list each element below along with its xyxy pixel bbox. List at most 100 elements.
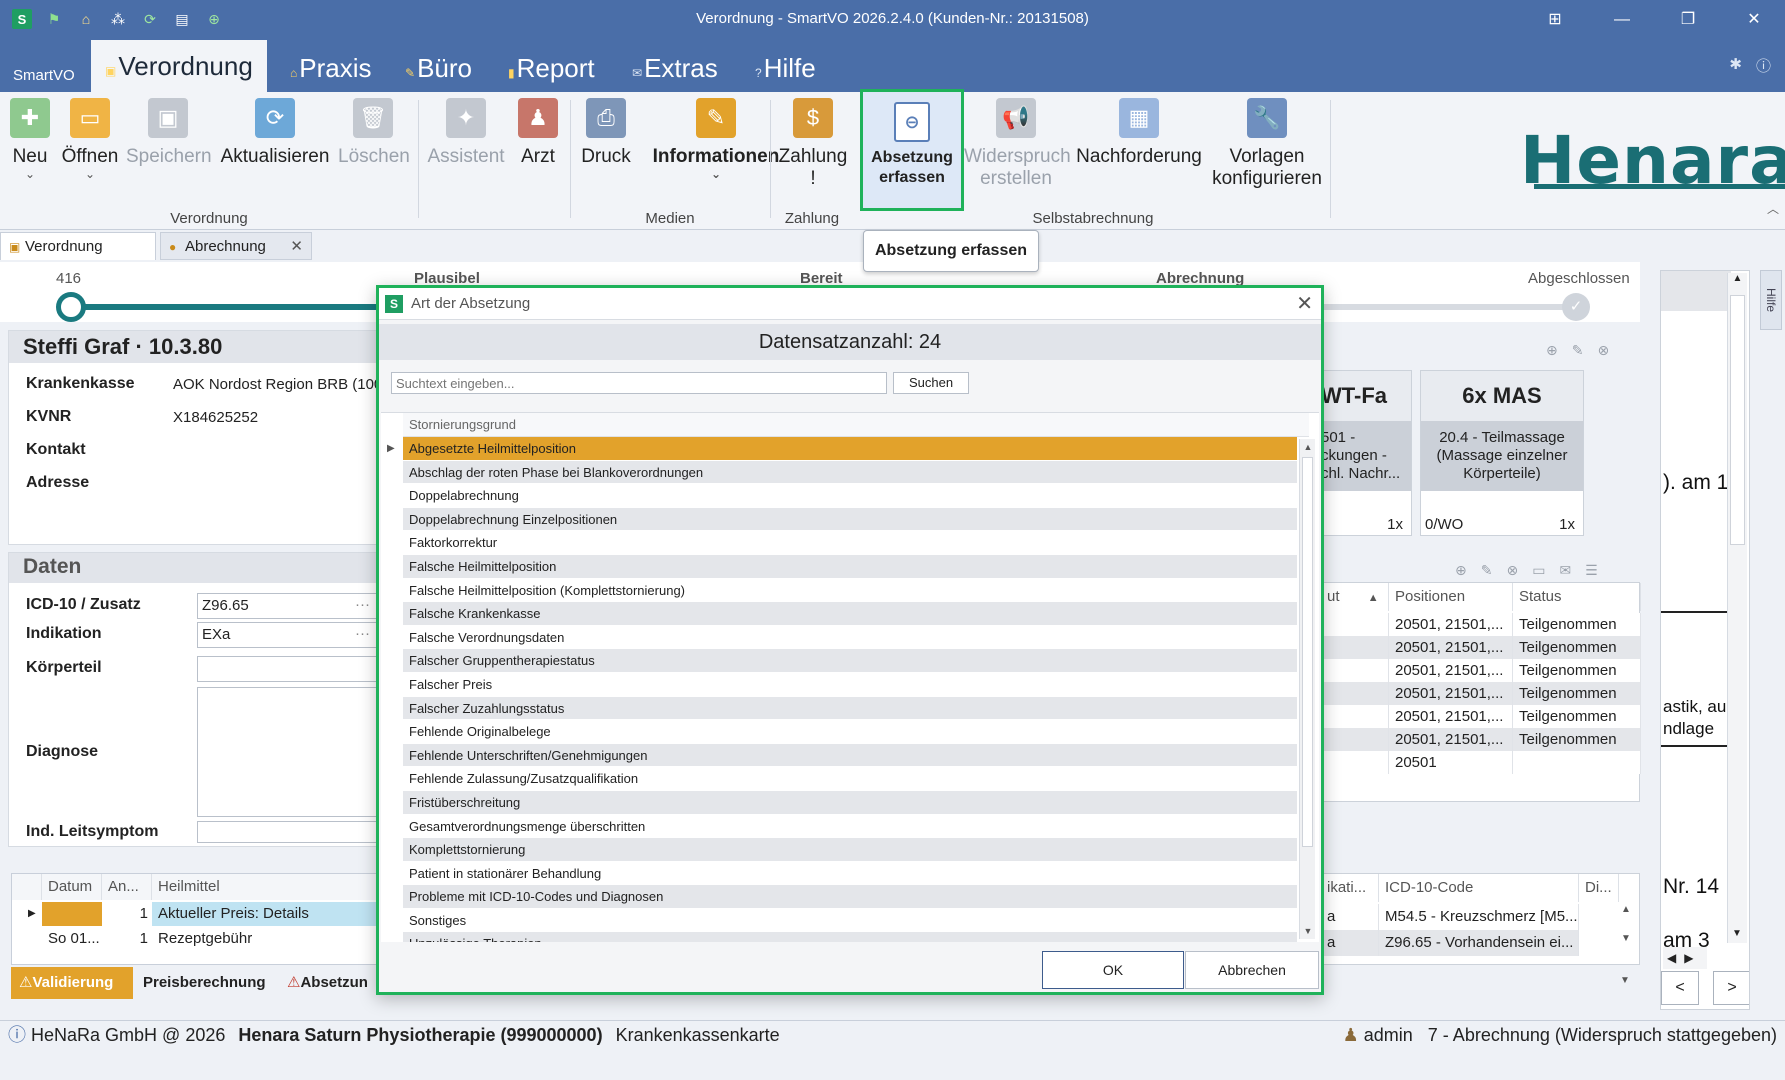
menu-praxis[interactable]: ⌂Praxis: [290, 52, 372, 92]
grid-scrollbar[interactable]: ▲ ▼: [1299, 439, 1315, 939]
oeffnen-button[interactable]: ▭ Öffnen ⌄: [58, 98, 122, 180]
scroll-left-icon[interactable]: ◀: [1667, 947, 1676, 969]
close-button[interactable]: ✕: [1734, 6, 1774, 34]
table-cell[interactable]: M54.5 - Kreuzschmerz [M5...: [1379, 904, 1579, 930]
table-cell[interactable]: [1321, 636, 1389, 659]
edit-icon[interactable]: ✎: [1481, 562, 1493, 579]
menu-hilfe[interactable]: ?Hilfe: [755, 52, 816, 92]
table-cell[interactable]: 20501, 21501,...: [1389, 728, 1513, 751]
dialog-close-button[interactable]: ✕: [1296, 291, 1313, 316]
reason-row[interactable]: Falscher Preis: [403, 673, 1297, 697]
table-cell[interactable]: Teilgenommen: [1513, 705, 1641, 728]
list-icon[interactable]: ☰: [1585, 562, 1598, 579]
reason-row[interactable]: Falsche Heilmittelposition: [403, 554, 1297, 579]
reason-row[interactable]: Fehlende Originalbelege: [403, 720, 1297, 744]
table-cell[interactable]: a: [1321, 904, 1379, 930]
close-tab-icon[interactable]: ✕: [290, 233, 303, 261]
column-header-status-date[interactable]: ut ▲: [1321, 583, 1389, 611]
scroll-right-icon[interactable]: ▶: [1684, 947, 1693, 969]
restore-button[interactable]: ❐: [1668, 6, 1708, 34]
settings-icon[interactable]: ✱: [1729, 55, 1742, 76]
reason-row[interactable]: Sonstiges: [403, 909, 1297, 933]
scroll-up-icon[interactable]: ▲: [1300, 439, 1316, 455]
icd-field[interactable]: Z96.65 ···: [197, 593, 381, 619]
reason-row[interactable]: Patient in stationärer Behandlung: [403, 862, 1297, 886]
tab-validierung[interactable]: ⚠Validierung: [11, 967, 133, 999]
minimize-button[interactable]: —: [1602, 6, 1642, 34]
table-cell[interactable]: So 01...: [42, 927, 102, 951]
indikation-field[interactable]: EXa ···: [197, 622, 381, 648]
table-cell[interactable]: a: [1321, 930, 1379, 956]
koerperteil-field[interactable]: [197, 656, 381, 682]
menu-report[interactable]: ▮Report: [508, 52, 595, 92]
search-input[interactable]: [391, 372, 887, 394]
menu-buero[interactable]: ✎Büro: [405, 52, 472, 92]
reason-row[interactable]: Fehlende Unterschriften/Genehmigungen: [403, 743, 1297, 768]
menu-verordnung[interactable]: ▣Verordnung: [91, 40, 267, 92]
tab-absetzung[interactable]: ⚠Absetzun: [279, 967, 381, 999]
neu-button[interactable]: ✚ Neu ⌄: [8, 98, 52, 180]
info-icon[interactable]: ⓘ: [1756, 55, 1771, 76]
zahlung-button[interactable]: $ Zahlung!: [778, 98, 848, 190]
column-header-anzahl[interactable]: An...: [102, 874, 152, 900]
table-cell[interactable]: 20501, 21501,...: [1389, 659, 1513, 682]
table-cell[interactable]: Aktueller Preis: Details: [152, 902, 382, 926]
edit-icon[interactable]: ✎: [1572, 342, 1584, 359]
table-cell[interactable]: Teilgenommen: [1513, 682, 1641, 705]
delete-icon[interactable]: ⊗: [1597, 342, 1609, 359]
table-cell[interactable]: Rezeptgebühr: [152, 927, 382, 951]
leitsymptom-field[interactable]: [197, 821, 381, 843]
table-cell[interactable]: Teilgenommen: [1513, 659, 1641, 682]
table-cell[interactable]: 1: [102, 927, 152, 951]
search-button[interactable]: Suchen: [893, 372, 969, 394]
column-header-datum[interactable]: Datum: [42, 874, 102, 900]
reason-row[interactable]: Falsche Krankenkasse: [403, 602, 1297, 626]
heilmittel-card[interactable]: WT-Fa 501 - ckungen - chl. Nachr... 1x: [1320, 370, 1412, 536]
mail-icon[interactable]: ✉: [1559, 562, 1571, 579]
table-cell[interactable]: [1321, 659, 1389, 682]
reason-row[interactable]: Fristüberschreitung: [403, 790, 1297, 815]
vorlagen-button[interactable]: 🔧 Vorlagen konfigurieren: [1208, 98, 1326, 190]
informationen-button[interactable]: ✎ Informationen ⌄: [642, 98, 790, 180]
column-header-positionen[interactable]: Positionen: [1389, 583, 1513, 611]
tab-preisberechnung[interactable]: Preisberechnung: [135, 967, 277, 999]
reason-row[interactable]: Falsche Heilmittelposition (Komplettstor…: [403, 579, 1297, 603]
scroll-up-icon[interactable]: ▲: [1621, 904, 1637, 915]
widerspruch-button[interactable]: 📢 Widerspruch erstellen: [964, 98, 1071, 190]
reason-row[interactable]: Falsche Verordnungsdaten: [403, 626, 1297, 650]
reason-row[interactable]: Falscher Gruppentherapiestatus: [403, 649, 1297, 673]
window-icon[interactable]: ▭: [1532, 562, 1545, 579]
preview-scrollbar[interactable]: ▲ ▼: [1727, 273, 1747, 943]
table-cell[interactable]: [1321, 751, 1389, 774]
reason-row[interactable]: Abschlag der roten Phase bei Blankoveror…: [403, 460, 1297, 485]
reason-row[interactable]: Falscher Zuzahlungsstatus: [403, 696, 1297, 721]
scroll-down-icon[interactable]: ▼: [1621, 933, 1637, 944]
reason-row[interactable]: Probleme mit ICD-10-Codes und Diagnosen: [403, 885, 1297, 909]
druck-button[interactable]: ⎙ Druck: [580, 98, 632, 168]
speichern-button[interactable]: ▣ Speichern: [126, 98, 212, 168]
add-icon[interactable]: ⊕: [1455, 562, 1467, 579]
absetzung-erfassen-button[interactable]: ⊖ Absetzung erfassen: [860, 89, 964, 211]
preview-hscroll[interactable]: ◀ ▶: [1663, 947, 1707, 969]
reason-row[interactable]: Unzulässige Therapien: [403, 932, 1297, 942]
column-header-status[interactable]: Status: [1513, 583, 1641, 611]
tab-abrechnung[interactable]: ● Abrechnung ✕: [160, 232, 312, 260]
scroll-up-icon[interactable]: ▲: [1728, 273, 1747, 284]
reason-row[interactable]: Faktorkorrektur: [403, 531, 1297, 555]
more-icon[interactable]: ···: [355, 596, 370, 613]
reason-row[interactable]: Doppelabrechnung: [403, 484, 1297, 508]
reason-row[interactable]: Doppelabrechnung Einzelpositionen: [403, 507, 1297, 532]
table-cell[interactable]: [1321, 705, 1389, 728]
table-cell[interactable]: 20501, 21501,...: [1389, 613, 1513, 636]
scroll-down-icon[interactable]: ▼: [1728, 928, 1746, 939]
assistent-button[interactable]: ✦ Assistent: [426, 98, 506, 168]
column-header-icd[interactable]: ICD-10-Code: [1379, 874, 1579, 902]
reason-row[interactable]: Abgesetzte Heilmittelposition: [403, 437, 1297, 461]
column-header-stornierungsgrund[interactable]: Stornierungsgrund: [403, 413, 1309, 437]
table-cell[interactable]: [42, 902, 102, 926]
scroll-thumb[interactable]: [1730, 295, 1745, 545]
table-cell[interactable]: 1: [102, 902, 152, 926]
diagnose-field[interactable]: [197, 687, 381, 817]
table-cell[interactable]: [1513, 751, 1641, 774]
column-header-klassifikation[interactable]: ikati...: [1321, 874, 1379, 902]
